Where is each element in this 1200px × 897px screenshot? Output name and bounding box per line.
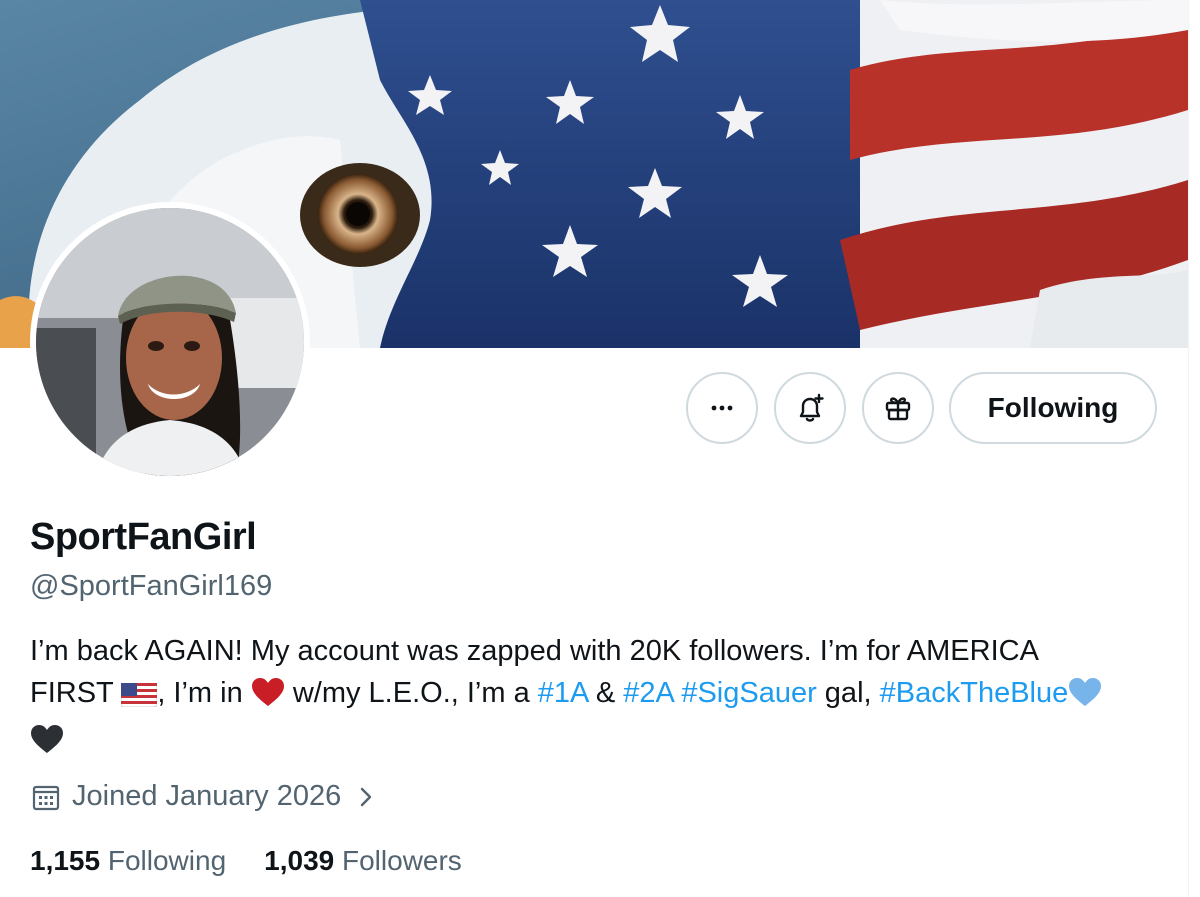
bio-line-3 xyxy=(30,719,1170,766)
joined-text: Joined January 2026 xyxy=(72,780,342,812)
hashtag-1a[interactable]: #1A xyxy=(538,677,588,709)
page-edge xyxy=(1188,0,1200,897)
bio: I’m back AGAIN! My account was zapped wi… xyxy=(30,630,1170,766)
gift-icon xyxy=(885,397,911,421)
more-button[interactable] xyxy=(686,372,758,444)
us-flag-icon xyxy=(120,677,158,719)
following-count-link[interactable]: 1,155 Following xyxy=(30,845,226,877)
bio-text: , I’m in xyxy=(157,677,251,709)
red-heart-icon xyxy=(251,677,285,719)
user-handle: @SportFanGirl169 xyxy=(30,570,273,602)
followers-count: 1,039 xyxy=(264,845,335,876)
display-name: SportFanGirl xyxy=(30,516,257,558)
avatar-image xyxy=(36,208,304,476)
chevron-right-icon xyxy=(361,787,372,806)
joined-date[interactable]: Joined January 2026 xyxy=(30,780,377,813)
followers-count-link[interactable]: 1,039 Followers xyxy=(264,845,462,877)
hashtag-sigsauer[interactable]: #SigSauer xyxy=(681,677,816,709)
bio-text: gal, xyxy=(816,677,880,709)
following-label: Following xyxy=(107,845,227,876)
bell-plus-icon xyxy=(799,393,824,422)
hashtag-backtheblue[interactable]: #BackTheBlue xyxy=(880,677,1069,709)
bio-line-2: FIRST , I’m in w/my L.E.O., I’m a #1A & … xyxy=(30,672,1170,719)
bio-text: w/my L.E.O., I’m a xyxy=(284,677,538,709)
following-count: 1,155 xyxy=(30,845,101,876)
bio-text: & xyxy=(587,677,624,709)
follow-stats: 1,155 Following 1,039 Followers xyxy=(30,845,462,877)
following-button[interactable]: Following xyxy=(949,372,1157,444)
hashtag-2a[interactable]: #2A xyxy=(623,677,673,709)
followers-label: Followers xyxy=(342,845,462,876)
calendar-icon xyxy=(32,785,60,810)
blue-heart-icon xyxy=(1068,677,1102,719)
notify-button[interactable] xyxy=(774,372,846,444)
bio-line-1: I’m back AGAIN! My account was zapped wi… xyxy=(30,635,1039,667)
gift-button[interactable] xyxy=(862,372,934,444)
more-icon xyxy=(711,405,733,411)
avatar[interactable] xyxy=(36,208,304,476)
black-heart-icon xyxy=(30,724,64,766)
bio-text: FIRST xyxy=(30,677,122,709)
